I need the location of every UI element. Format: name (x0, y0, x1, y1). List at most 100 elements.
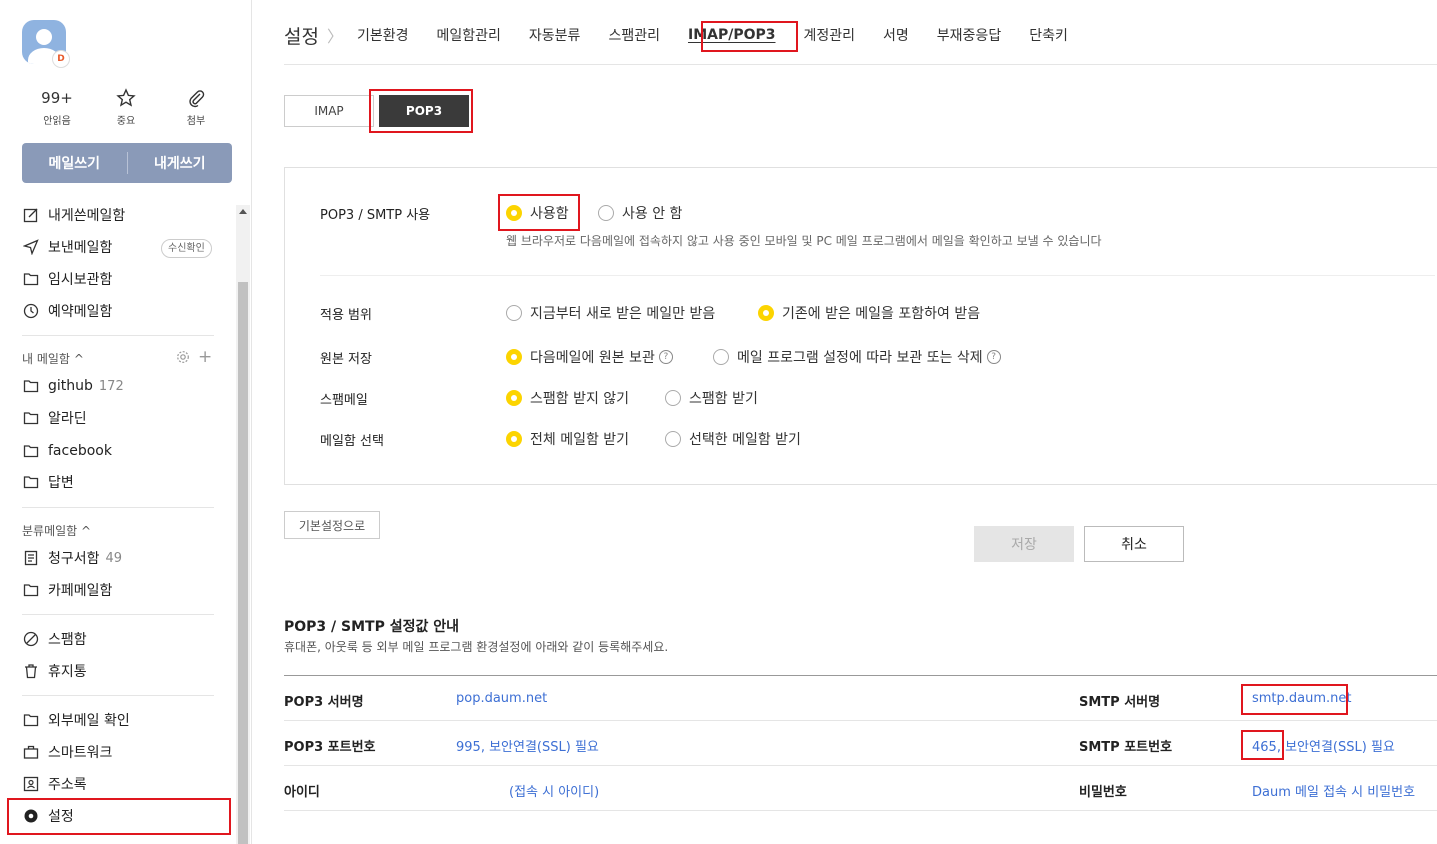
pop3-server-value: pop.daum.net (456, 691, 548, 706)
cancel-button[interactable]: 취소 (1084, 526, 1184, 562)
unread-shortcut[interactable]: 99+ 안읽음 (22, 88, 92, 127)
scope-include-existing-radio[interactable]: 기존에 받은 메일을 포함하여 받음 (758, 303, 980, 323)
sidebar-scrollbar[interactable] (236, 205, 250, 844)
radio-selected-icon (506, 390, 522, 406)
write-bar: 메일쓰기 내게쓰기 (22, 143, 232, 183)
smtp-port-label: SMTP 포트번호 (1079, 740, 1173, 755)
mailbox-select-label: 메일함 선택 (320, 434, 384, 449)
radio-empty-icon (665, 390, 681, 406)
add-mailbox-icon[interactable]: + (198, 349, 212, 366)
spam-include-radio[interactable]: 스팸함 받기 (665, 388, 758, 408)
scroll-up-icon[interactable] (239, 209, 247, 214)
folder-icon (22, 711, 40, 729)
divider (22, 695, 214, 696)
mailbox-all-radio[interactable]: 전체 메일함 받기 (506, 429, 629, 449)
briefcase-icon (22, 743, 40, 761)
chevron-right-icon: 〉 (326, 27, 343, 46)
divider (22, 507, 214, 508)
folder-icon (22, 409, 40, 427)
page-title: 설정 (284, 25, 319, 48)
pop3-port-value: 995, 보안연결(SSL) 필요 (456, 740, 599, 755)
edit-icon (22, 206, 40, 224)
use-description: 웹 브라우저로 다음메일에 접속하지 않고 사용 중인 모바일 및 PC 메일 … (506, 234, 1102, 248)
block-icon (22, 630, 40, 648)
sidebar-item-github[interactable]: github 172 (22, 374, 124, 398)
tab-account[interactable]: 계정관리 (804, 25, 856, 45)
star-icon (91, 88, 161, 108)
tab-auto-reply[interactable]: 부재중응답 (937, 25, 1001, 45)
original-keep-radio[interactable]: 다음메일에 원본 보관 ? (506, 347, 673, 367)
mailbox-selected-radio[interactable]: 선택한 메일함 받기 (665, 429, 801, 449)
save-button[interactable]: 저장 (974, 526, 1074, 562)
daum-badge-icon: D (52, 50, 70, 68)
active-tab-highlight (701, 21, 798, 52)
tab-signature[interactable]: 서명 (883, 25, 909, 45)
smtp-port-highlight (1241, 730, 1284, 760)
sidebar: D 99+ 안읽음 중요 첨부 메일쓰기 내게쓰기 내게쓴메일함 보낸메일함 수… (0, 0, 252, 844)
radio-empty-icon (665, 431, 681, 447)
sidebar-item-sent[interactable]: 보낸메일함 (22, 235, 112, 259)
folder-icon (22, 473, 40, 491)
id-label: 아이디 (284, 785, 320, 800)
tab-mailbox[interactable]: 메일함관리 (437, 25, 501, 45)
tab-shortcuts[interactable]: 단축키 (1029, 25, 1068, 45)
attachment-label: 첨부 (186, 116, 206, 127)
divider (284, 720, 1437, 721)
sidebar-item-smartwork[interactable]: 스마트워크 (22, 740, 112, 764)
smtp-server-highlight (1241, 684, 1348, 715)
my-mailbox-title[interactable]: 내 메일함 ^ (22, 350, 84, 367)
password-label: 비밀번호 (1079, 785, 1127, 800)
receipt-icon (22, 549, 40, 567)
sidebar-item-scheduled[interactable]: 예약메일함 (22, 299, 112, 323)
mailbox-settings-icon[interactable] (176, 350, 190, 368)
divider (284, 765, 1437, 766)
use-off-radio[interactable]: 사용 안 함 (598, 203, 682, 223)
password-value: Daum 메일 접속 시 비밀번호 (1252, 785, 1416, 800)
unread-count: 172 (98, 378, 124, 394)
folder-icon (22, 442, 40, 460)
category-mailbox-title[interactable]: 분류메일함 ^ (22, 522, 91, 539)
pop3-tab-highlight (369, 89, 473, 133)
divider (284, 675, 1437, 676)
starred-shortcut[interactable]: 중요 (91, 88, 161, 127)
unread-label: 안읽음 (43, 116, 71, 127)
use-on-highlight (498, 194, 580, 231)
sidebar-item-drafts[interactable]: 임시보관함 (22, 267, 112, 291)
sidebar-item-trash[interactable]: 휴지통 (22, 659, 87, 683)
tab-spam[interactable]: 스팸관리 (608, 25, 660, 45)
original-client-radio[interactable]: 메일 프로그램 설정에 따라 보관 또는 삭제 ? (713, 347, 1001, 367)
divider (284, 64, 1437, 65)
tab-general[interactable]: 기본환경 (357, 25, 409, 45)
sidebar-item-reply[interactable]: 답변 (22, 470, 74, 494)
contact-card-icon (22, 775, 40, 793)
tab-imap[interactable]: IMAP (284, 95, 374, 127)
radio-empty-icon (713, 349, 729, 365)
folder-icon (22, 377, 40, 395)
sidebar-item-cafe[interactable]: 카페메일함 (22, 578, 112, 602)
write-to-self-button[interactable]: 내게쓰기 (128, 153, 233, 173)
help-icon[interactable]: ? (658, 350, 673, 364)
spam-exclude-radio[interactable]: 스팸함 받지 않기 (506, 388, 629, 408)
scope-new-only-radio[interactable]: 지금부터 새로 받은 메일만 받음 (506, 303, 715, 323)
main-content: 설정 〉 기본환경 메일함관리 자동분류 스팸관리 IMAP/POP3 계정관리… (252, 0, 1437, 844)
sidebar-item-spam[interactable]: 스팸함 (22, 627, 87, 651)
original-label: 원본 저장 (320, 352, 372, 367)
sidebar-item-external-mail[interactable]: 외부메일 확인 (22, 708, 130, 732)
starred-label: 중요 (116, 116, 136, 127)
sidebar-item-self-mail[interactable]: 내게쓴메일함 (22, 203, 125, 227)
tab-filter[interactable]: 자동분류 (529, 25, 581, 45)
sidebar-item-contacts[interactable]: 주소록 (22, 772, 87, 796)
sidebar-item-facebook[interactable]: facebook (22, 439, 112, 463)
sidebar-item-bills[interactable]: 청구서함 49 (22, 546, 122, 570)
sidebar-item-aladin[interactable]: 알라딘 (22, 406, 87, 430)
help-icon[interactable]: ? (986, 350, 1001, 364)
attachment-shortcut[interactable]: 첨부 (161, 88, 231, 127)
settings-nav: 설정 〉 기본환경 메일함관리 자동분류 스팸관리 IMAP/POP3 계정관리… (284, 20, 1096, 50)
read-receipt-button[interactable]: 수신확인 (161, 239, 212, 258)
chevron-up-icon: ^ (73, 352, 84, 366)
write-mail-button[interactable]: 메일쓰기 (22, 153, 127, 173)
scroll-thumb[interactable] (238, 282, 248, 844)
restore-default-button[interactable]: 기본설정으로 (284, 511, 380, 539)
divider (320, 275, 1435, 276)
unread-count: 99+ (41, 89, 73, 107)
